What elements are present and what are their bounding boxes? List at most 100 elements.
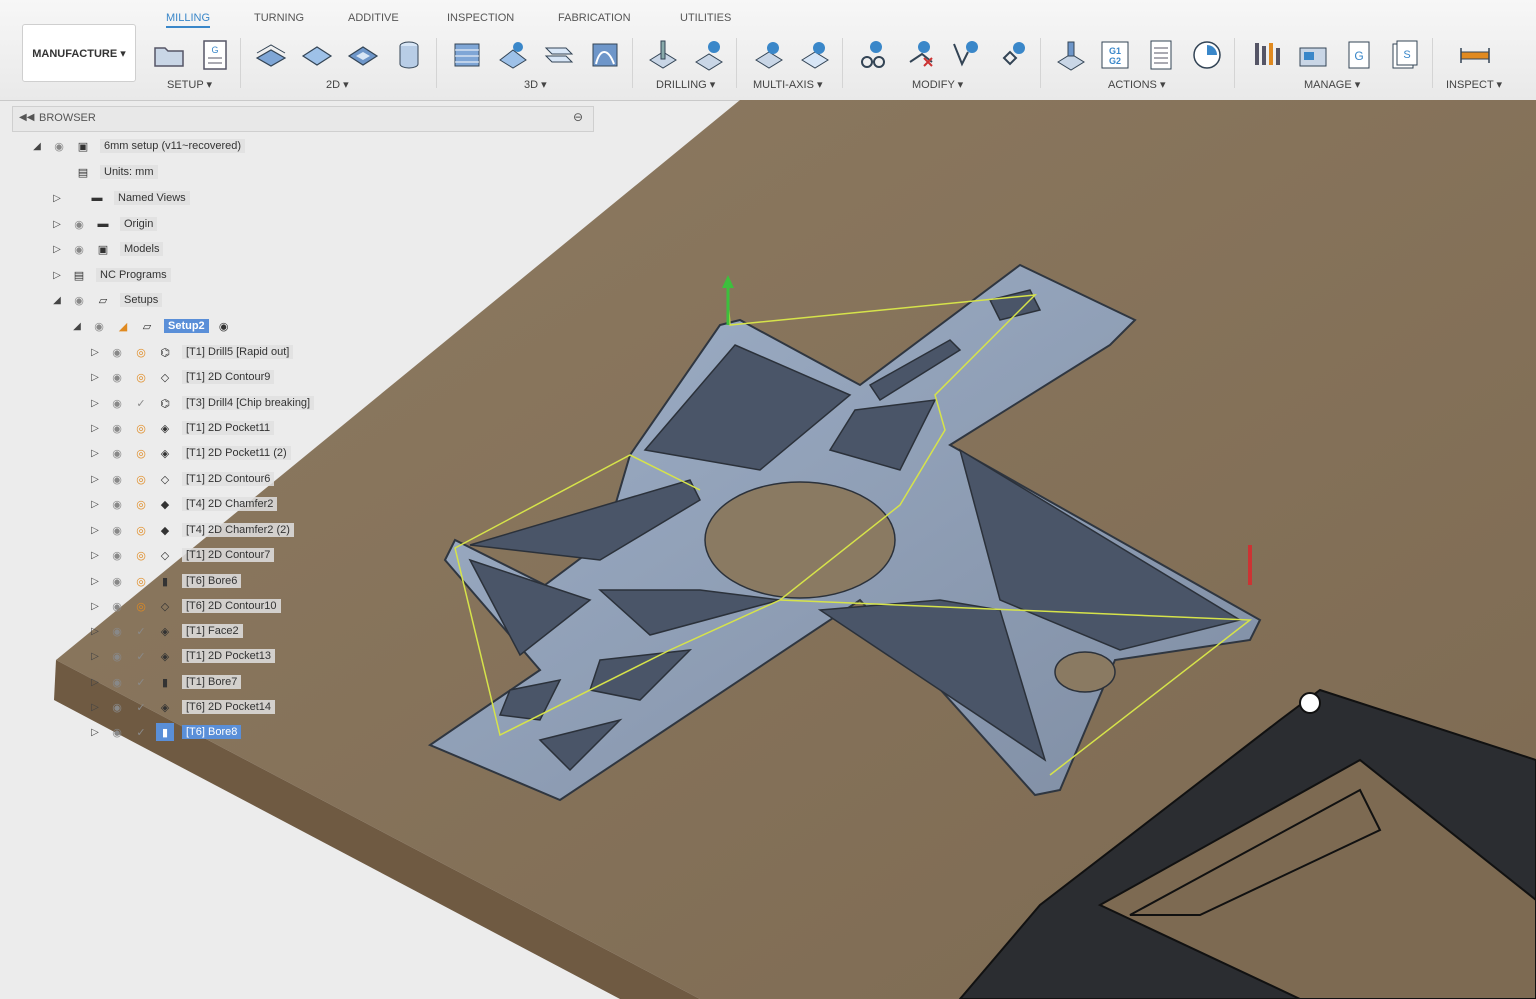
operation-row[interactable]: ▷ ◉ ✓ ▮ [T1] Bore7 (88, 670, 242, 694)
measure-icon[interactable] (1458, 38, 1492, 72)
expand-icon[interactable]: ▷ (50, 193, 64, 204)
tab-additive[interactable]: ADDITIVE (348, 12, 399, 24)
adaptive-3d-icon[interactable] (450, 38, 484, 72)
workspace-switcher[interactable]: MANUFACTURE ▾ (22, 24, 136, 82)
tree-item-setup2[interactable]: ◢ ◉ ◢ ▱ Setup2 ◉ (70, 314, 233, 338)
tree-item-units[interactable]: ▤ Units: mm (68, 160, 158, 184)
tab-inspection[interactable]: INSPECTION (447, 12, 514, 24)
collapse-icon[interactable]: ◀◀ (19, 112, 34, 123)
expand-icon[interactable]: ◢ (50, 295, 64, 306)
tab-milling[interactable]: MILLING (166, 12, 211, 28)
post-process-icon[interactable]: G1 G2 (1098, 38, 1132, 72)
expand-icon[interactable]: ▷ (88, 448, 102, 459)
group-modify[interactable]: MODIFY ▾ (912, 78, 963, 91)
tab-turning[interactable]: TURNING (254, 12, 304, 24)
visibility-eye-icon[interactable]: ◉ (108, 572, 126, 590)
expand-icon[interactable]: ▷ (50, 270, 64, 281)
operation-row[interactable]: ▷ ◉ ◎ ⌬ [T1] Drill5 [Rapid out] (88, 340, 294, 364)
operation-row[interactable]: ▷ ◉ ◎ ◇ [T1] 2D Contour6 (88, 467, 275, 491)
pattern-icon[interactable] (996, 38, 1030, 72)
visibility-eye-icon[interactable]: ◉ (108, 647, 126, 665)
operation-row[interactable]: ▷ ◉ ✓ ⌬ [T3] Drill4 [Chip breaking] (88, 391, 315, 415)
transform-icon[interactable] (950, 38, 984, 72)
visibility-eye-icon[interactable]: ◉ (108, 495, 126, 513)
group-drilling[interactable]: DRILLING ▾ (656, 78, 715, 91)
operation-row[interactable]: ▷ ◉ ◎ ◈ [T1] 2D Pocket11 (2) (88, 441, 291, 465)
operation-row[interactable]: ▷ ◉ ◎ ◆ [T4] 2D Chamfer2 (2) (88, 518, 294, 542)
expand-icon[interactable]: ▷ (88, 677, 102, 688)
group-2d[interactable]: 2D ▾ (326, 78, 349, 91)
operation-row[interactable]: ▷ ◉ ◎ ◇ [T1] 2D Contour9 (88, 365, 275, 389)
operation-row[interactable]: ▷ ◉ ◎ ◇ [T6] 2D Contour10 (88, 594, 281, 618)
visibility-eye-icon[interactable]: ◉ (108, 419, 126, 437)
delete-toolpath-icon[interactable] (904, 38, 938, 72)
expand-icon[interactable]: ▷ (50, 244, 64, 255)
expand-icon[interactable]: ▷ (50, 219, 64, 230)
tab-fabrication[interactable]: FABRICATION (558, 12, 631, 24)
expand-icon[interactable]: ▷ (88, 525, 102, 536)
visibility-eye-icon[interactable]: ◉ (70, 215, 88, 233)
group-manage[interactable]: MANAGE ▾ (1304, 78, 1360, 91)
active-setup-icon[interactable]: ◉ (215, 317, 233, 335)
expand-icon[interactable]: ▷ (88, 601, 102, 612)
expand-icon[interactable]: ▷ (88, 626, 102, 637)
expand-icon[interactable]: ◢ (30, 141, 44, 152)
visibility-eye-icon[interactable]: ◉ (108, 343, 126, 361)
post-library-icon[interactable]: S (1388, 38, 1422, 72)
machine-library-icon[interactable] (1296, 38, 1330, 72)
pin-icon[interactable]: ⊖ (573, 110, 583, 124)
visibility-eye-icon[interactable]: ◉ (90, 317, 108, 335)
parallel-3d-icon[interactable] (542, 38, 576, 72)
expand-icon[interactable]: ▷ (88, 651, 102, 662)
expand-icon[interactable]: ▷ (88, 423, 102, 434)
group-multi-axis[interactable]: MULTI-AXIS ▾ (753, 78, 823, 91)
operation-row[interactable]: ▷ ◉ ◎ ◈ [T1] 2D Pocket11 (88, 416, 275, 440)
trim-icon[interactable] (856, 38, 890, 72)
visibility-eye-icon[interactable]: ◉ (108, 394, 126, 412)
expand-icon[interactable]: ▷ (88, 702, 102, 713)
drill-tool-icon[interactable] (646, 38, 680, 72)
machining-time-icon[interactable] (1190, 38, 1224, 72)
multi-axis-contour-icon[interactable] (798, 38, 832, 72)
tree-item-setups[interactable]: ◢ ◉ ▱ Setups (50, 288, 163, 312)
visibility-eye-icon[interactable]: ◉ (108, 698, 126, 716)
visibility-eye-icon[interactable]: ◉ (108, 673, 126, 691)
tree-item-nc-programs[interactable]: ▷ ▤ NC Programs (50, 263, 171, 287)
visibility-eye-icon[interactable]: ◉ (108, 368, 126, 386)
operation-row-selected[interactable]: ▷ ◉ ✓ ▮ [T6] Bore8 (88, 720, 242, 744)
expand-icon[interactable]: ▷ (88, 347, 102, 358)
group-setup[interactable]: SETUP ▾ (167, 78, 212, 91)
operation-row[interactable]: ▷ ◉ ✓ ◈ [T1] 2D Pocket13 (88, 644, 275, 668)
scallop-3d-icon[interactable] (588, 38, 622, 72)
group-inspect[interactable]: INSPECT ▾ (1446, 78, 1502, 91)
visibility-eye-icon[interactable]: ◉ (108, 521, 126, 539)
operation-row[interactable]: ▷ ◉ ✓ ◈ [T6] 2D Pocket14 (88, 695, 275, 719)
operation-row[interactable]: ▷ ◉ ✓ ◈ [T1] Face2 (88, 619, 243, 643)
face-tool-icon[interactable] (254, 38, 288, 72)
expand-icon[interactable]: ▷ (88, 372, 102, 383)
tree-item-named-views[interactable]: ▷ ▬ Named Views (50, 186, 190, 210)
visibility-eye-icon[interactable]: ◉ (108, 470, 126, 488)
expand-icon[interactable]: ▷ (88, 550, 102, 561)
bore-tool-icon[interactable] (392, 38, 426, 72)
group-3d[interactable]: 3D ▾ (524, 78, 547, 91)
expand-icon[interactable]: ◢ (70, 321, 84, 332)
tree-item-models[interactable]: ▷ ◉ ▣ Models (50, 237, 164, 261)
expand-icon[interactable]: ▷ (88, 499, 102, 510)
tab-utilities[interactable]: UTILITIES (680, 12, 731, 24)
expand-icon[interactable]: ▷ (88, 576, 102, 587)
visibility-eye-icon[interactable]: ◉ (70, 291, 88, 309)
tree-item-origin[interactable]: ▷ ◉ ▬ Origin (50, 212, 158, 236)
hole-recognition-icon[interactable] (692, 38, 726, 72)
group-actions[interactable]: ACTIONS ▾ (1108, 78, 1165, 91)
operation-row[interactable]: ▷ ◉ ◎ ▮ [T6] Bore6 (88, 569, 242, 593)
setup-sheet-icon[interactable] (1144, 38, 1178, 72)
visibility-eye-icon[interactable]: ◉ (108, 622, 126, 640)
operation-row[interactable]: ▷ ◉ ◎ ◇ [T1] 2D Contour7 (88, 543, 275, 567)
visibility-eye-icon[interactable]: ◉ (108, 723, 126, 741)
pocket-2d-icon[interactable] (346, 38, 380, 72)
open-folder-icon[interactable] (152, 38, 186, 72)
expand-icon[interactable]: ▷ (88, 727, 102, 738)
visibility-eye-icon[interactable]: ◉ (108, 444, 126, 462)
visibility-eye-icon[interactable]: ◉ (108, 546, 126, 564)
